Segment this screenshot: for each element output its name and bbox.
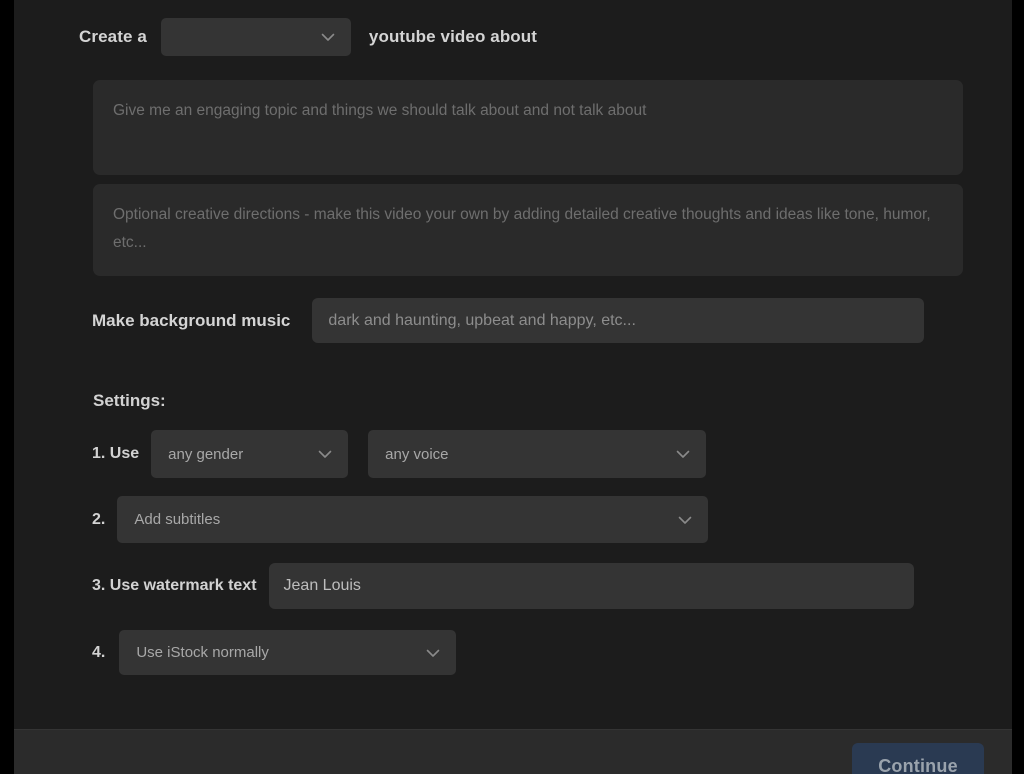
setting-4-label: 4.: [92, 643, 106, 661]
settings-heading: Settings:: [93, 391, 166, 410]
topic-textarea-placeholder: Give me an engaging topic and things we …: [113, 102, 647, 119]
istock-usage-select-value: Use iStock normally: [136, 644, 269, 661]
modal-footer: Continue: [14, 729, 1012, 774]
background-music-input[interactable]: dark and haunting, upbeat and happy, etc…: [312, 298, 925, 343]
chevron-down-icon: [674, 509, 696, 531]
setting-row-watermark: 3. Use watermark text Jean Louis: [92, 563, 914, 609]
background-music-label: Make background music: [92, 310, 291, 330]
headline-lead-label: Create a: [79, 27, 147, 46]
creative-directions-placeholder: Optional creative directions - make this…: [113, 206, 935, 251]
chevron-down-icon: [314, 443, 336, 465]
setting-1-label: 1. Use: [92, 445, 140, 462]
watermark-text-value: Jean Louis: [283, 577, 361, 594]
subtitles-select-value: Add subtitles: [134, 511, 221, 528]
istock-usage-select[interactable]: Use iStock normally: [119, 630, 457, 675]
voice-select-value: any voice: [385, 445, 449, 463]
chevron-down-icon: [317, 26, 339, 48]
topic-textarea[interactable]: Give me an engaging topic and things we …: [93, 80, 963, 175]
setting-row-istock: 4. Use iStock normally: [92, 630, 457, 675]
headline-trail-label: youtube video about: [368, 27, 538, 46]
setting-2-label: 2.: [92, 510, 106, 528]
video-type-select[interactable]: [160, 18, 351, 56]
gender-select[interactable]: any gender: [151, 430, 349, 478]
headline-row: Create a youtube video about: [79, 18, 537, 56]
creative-directions-textarea[interactable]: Optional creative directions - make this…: [93, 184, 963, 276]
continue-button[interactable]: Continue: [852, 743, 984, 774]
modal-body: Create a youtube video about Give me an …: [14, 0, 1012, 729]
background-music-placeholder: dark and haunting, upbeat and happy, etc…: [328, 311, 636, 329]
app-frame: Create a youtube video about Give me an …: [0, 0, 1024, 774]
voice-select[interactable]: any voice: [368, 430, 707, 478]
watermark-text-input[interactable]: Jean Louis: [268, 563, 914, 609]
setting-row-voice: 1. Use any gender any voice: [92, 430, 707, 478]
background-music-row: Make background music dark and haunting,…: [92, 298, 925, 343]
create-video-modal: Create a youtube video about Give me an …: [14, 0, 1012, 774]
chevron-down-icon: [672, 443, 694, 465]
setting-3-label: 3. Use watermark text: [92, 577, 257, 594]
subtitles-select[interactable]: Add subtitles: [117, 496, 709, 543]
chevron-down-icon: [422, 642, 444, 664]
setting-row-subtitles: 2. Add subtitles: [92, 496, 709, 543]
gender-select-value: any gender: [168, 445, 244, 463]
